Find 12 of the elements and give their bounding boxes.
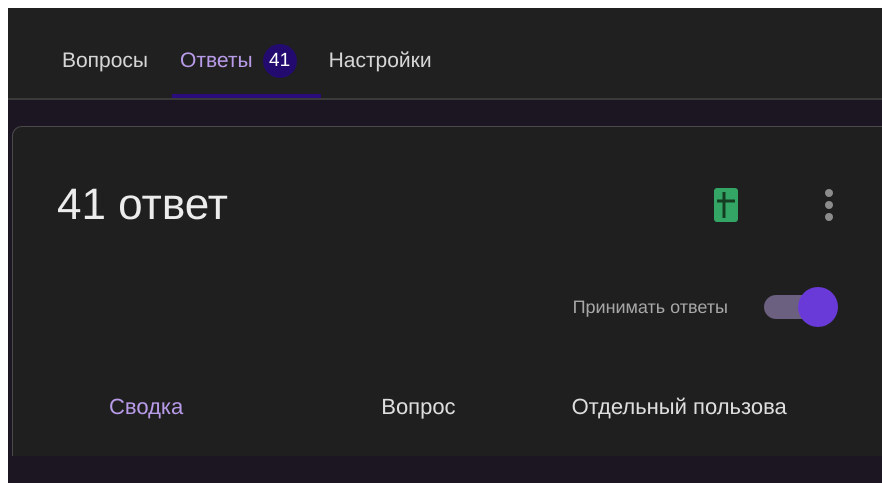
accept-responses-toggle[interactable]: [762, 285, 840, 329]
tab[interactable]: Настройки: [320, 28, 456, 98]
view-tab[interactable]: Отдельный пользова: [572, 394, 787, 420]
tab[interactable]: Ответы 41: [172, 28, 321, 98]
more-menu-icon[interactable]: [824, 187, 834, 223]
view-tab[interactable]: Сводка: [109, 394, 184, 420]
count-badge: 41: [262, 44, 297, 78]
accept-responses-label: Принимать ответы: [572, 296, 728, 318]
tab[interactable]: Вопросы: [54, 28, 172, 98]
spreadsheet-icon[interactable]: [714, 188, 738, 222]
view-tab[interactable]: Вопрос: [381, 394, 456, 420]
response-count-title: 41 ответ: [57, 180, 229, 230]
